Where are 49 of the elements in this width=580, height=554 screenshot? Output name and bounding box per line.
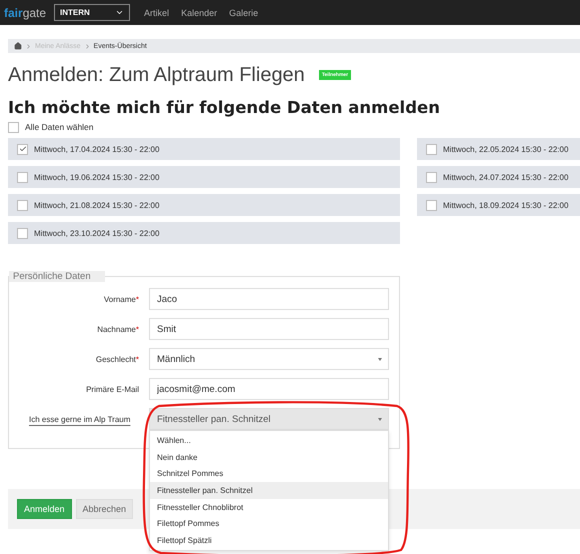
nav-link[interactable]: Kalender [181, 8, 218, 18]
logo[interactable]: fairgate [4, 6, 46, 20]
field-label: Geschlecht* [94, 354, 139, 364]
dropdown-option[interactable]: Fitnessteller pan. Schnitzel [150, 482, 388, 499]
date-option[interactable]: Mittwoch, 17.04.2024 15:30 - 22:00 [8, 138, 400, 160]
dropdown-option[interactable]: Nein danke [150, 448, 388, 466]
text-field[interactable]: jacosmit@me.com [149, 378, 389, 400]
date-option[interactable]: Mittwoch, 18.09.2024 15:30 - 22:00 [417, 194, 580, 216]
dropdown-option[interactable]: Wählen... [150, 432, 388, 449]
date-option[interactable]: Mittwoch, 22.05.2024 15:30 - 22:00 [417, 138, 580, 160]
checkbox[interactable] [426, 172, 437, 182]
dropdown-option[interactable]: Filettopf Pommes [150, 515, 388, 532]
checkbox[interactable] [426, 200, 437, 210]
checkbox[interactable] [8, 122, 19, 132]
field-label: Vorname* [102, 294, 139, 304]
nav-link[interactable]: Galerie [229, 8, 258, 18]
select-field[interactable]: Männlich [149, 348, 389, 370]
panel-legend: Persönliche Daten [9, 271, 105, 282]
chevron-icon [115, 8, 124, 17]
chevron-icon [25, 42, 32, 50]
context-select[interactable]: INTERN [54, 4, 130, 21]
check-icon [18, 145, 26, 153]
checkbox-label: Alle Daten wählen [25, 122, 94, 132]
date-option[interactable]: Mittwoch, 21.08.2024 15:30 - 22:00 [8, 194, 400, 216]
caret-icon [378, 358, 382, 360]
dropdown-option[interactable]: Schnitzel Pommes [150, 465, 388, 482]
chevron-icon [84, 42, 91, 50]
text-field[interactable]: Smit [149, 318, 389, 340]
checkbox[interactable] [17, 144, 28, 154]
date-option[interactable]: Mittwoch, 24.07.2024 15:30 - 22:00 [417, 166, 580, 188]
checkbox[interactable] [17, 228, 28, 238]
home-icon[interactable] [14, 42, 22, 50]
checkbox[interactable] [17, 172, 28, 182]
nav-link[interactable]: Artikel [144, 8, 170, 18]
field-label: Ich esse gerne im Alp Traum [28, 414, 132, 424]
field-label: Nachname* [96, 324, 139, 334]
checkbox[interactable] [426, 144, 437, 154]
date-option[interactable]: Mittwoch, 19.06.2024 15:30 - 22:00 [8, 166, 400, 188]
checkbox[interactable] [17, 200, 28, 210]
dropdown-option[interactable]: Fitnessteller Chnoblibrot [150, 498, 388, 516]
page-title: Anmelden: Zum Alptraum Fliegen [8, 64, 305, 86]
text-field[interactable]: Jaco [149, 288, 389, 310]
date-option[interactable]: Mittwoch, 23.10.2024 15:30 - 22:00 [8, 222, 400, 244]
field-label: Primäre E-Mail [85, 384, 139, 394]
section-heading: Ich möchte mich für folgende Daten anmelden [8, 98, 441, 118]
dropdown-option[interactable]: Filettopf Spätzli [150, 532, 388, 549]
cancel-button[interactable]: Abbrechen [76, 499, 134, 519]
caret-icon [378, 418, 382, 420]
select-field[interactable]: Fitnessteller pan. Schnitzel [149, 408, 389, 430]
